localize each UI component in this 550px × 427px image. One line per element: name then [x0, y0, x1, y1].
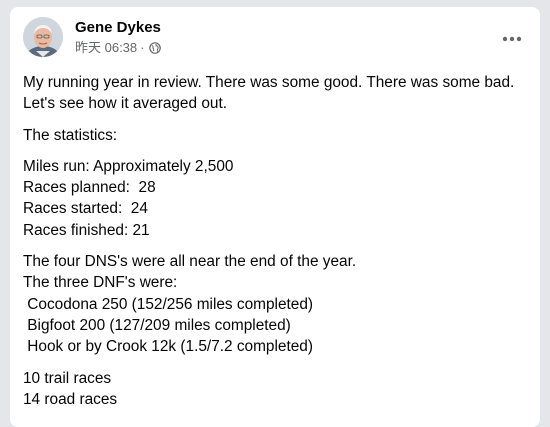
post-meta: 昨天 06:38 ·	[75, 40, 161, 56]
post-paragraph: My running year in review. There was som…	[23, 74, 515, 113]
post-paragraph: 10 trail races 14 road races	[23, 369, 118, 408]
feed-background: Gene Dykes 昨天 06:38 · My running year in…	[0, 0, 550, 427]
post-paragraph: The four DNS's were all near the end of …	[23, 253, 357, 356]
more-options-icon[interactable]	[498, 25, 526, 53]
post-paragraph: The statistics:	[23, 126, 118, 144]
meta-separator: ·	[140, 40, 145, 55]
post-card: Gene Dykes 昨天 06:38 · My running year in…	[10, 7, 540, 427]
post-body: My running year in review. There was som…	[23, 72, 533, 420]
post-paragraph: Miles run: Approximately 2,500 Races pla…	[23, 157, 234, 239]
author-avatar[interactable]	[23, 17, 63, 57]
post-timestamp[interactable]: 昨天 06:38	[75, 40, 137, 56]
author-name[interactable]: Gene Dykes	[75, 18, 161, 38]
globe-icon[interactable]	[148, 42, 161, 54]
